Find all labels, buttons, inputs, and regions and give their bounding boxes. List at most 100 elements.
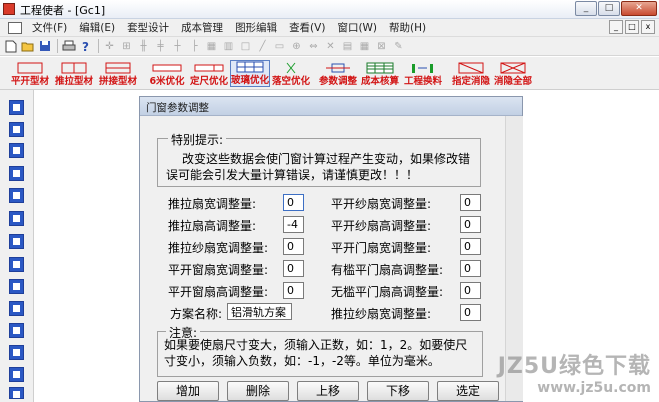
table-icon[interactable]: ▤ bbox=[340, 39, 355, 54]
window-type-icon[interactable] bbox=[9, 301, 24, 316]
notice-group: 特别提示: 改变这些数据会使门窗计算过程产生变动，如果修改错误可能会引发大量计算… bbox=[157, 131, 481, 187]
hollow-optimize-button[interactable]: 落空优化 bbox=[271, 60, 311, 87]
casement-door-width-label: 平开门扇宽调整量: bbox=[331, 241, 432, 255]
window-type-icon[interactable] bbox=[9, 100, 24, 115]
transom-icon[interactable]: ╪ bbox=[153, 39, 168, 54]
casement-sash-height-input[interactable] bbox=[283, 282, 304, 299]
zoom-icon[interactable]: ⊕ bbox=[289, 39, 304, 54]
grid-icon[interactable]: ▦ bbox=[204, 39, 219, 54]
splice-profile-icon bbox=[105, 62, 131, 74]
menu-file[interactable]: 文件(F) bbox=[26, 20, 73, 35]
help-icon[interactable]: ? bbox=[78, 39, 93, 54]
casement-screen-height-input[interactable] bbox=[460, 216, 481, 233]
hide-selected-button[interactable]: 指定消隐 bbox=[450, 60, 492, 87]
rectangle-icon[interactable]: □ bbox=[238, 39, 253, 54]
casement-screen-width-input[interactable] bbox=[460, 194, 481, 211]
svg-text:?: ? bbox=[82, 40, 89, 53]
menu-cost[interactable]: 成本管理 bbox=[175, 20, 229, 35]
menu-window[interactable]: 窗口(W) bbox=[331, 20, 383, 35]
window-title: 工程使者 - [Gc1] bbox=[20, 4, 106, 17]
watermark-title: JZ5U绿色下载 bbox=[497, 354, 651, 379]
delete-button[interactable]: 删除 bbox=[227, 381, 289, 401]
menu-view[interactable]: 查看(V) bbox=[283, 20, 331, 35]
fixed-length-icon bbox=[194, 64, 224, 72]
document-icon[interactable] bbox=[8, 21, 22, 34]
six-meter-optimize-button[interactable]: 6米优化 bbox=[146, 60, 188, 87]
x-box-icon[interactable]: ⊠ bbox=[374, 39, 389, 54]
hollow-x-icon bbox=[286, 62, 296, 74]
window-type-icon[interactable] bbox=[9, 122, 24, 137]
mdi-minimize-button[interactable]: _ bbox=[609, 20, 623, 34]
glass-optimize-button[interactable]: 玻璃优化 bbox=[230, 60, 270, 87]
move-down-button[interactable]: 下移 bbox=[367, 381, 429, 401]
mdi-close-button[interactable]: x bbox=[641, 20, 655, 34]
arrows-icon[interactable]: ⇔ bbox=[306, 39, 321, 54]
line-icon[interactable]: ╱ bbox=[255, 39, 270, 54]
window-type-icon[interactable] bbox=[9, 211, 24, 226]
dimension-icon[interactable]: ├ bbox=[187, 39, 202, 54]
insert-point-icon[interactable]: ✛ bbox=[102, 39, 117, 54]
splice-profile-button[interactable]: 拼接型材 bbox=[97, 60, 139, 87]
save-icon[interactable] bbox=[37, 39, 52, 54]
connect-icon[interactable]: ⊞ bbox=[119, 39, 134, 54]
menu-design[interactable]: 套型设计 bbox=[121, 20, 175, 35]
hide-all-button[interactable]: 消隐全部 bbox=[492, 60, 534, 87]
window-type-icon[interactable] bbox=[9, 345, 24, 360]
toolbar-separator bbox=[57, 39, 58, 53]
fixed-length-optimize-button[interactable]: 定尺优化 bbox=[188, 60, 230, 87]
move-up-button[interactable]: 上移 bbox=[297, 381, 359, 401]
mdi-restore-button[interactable]: □ bbox=[625, 20, 639, 34]
divide-icon[interactable]: ┼ bbox=[170, 39, 185, 54]
menu-edit[interactable]: 编辑(E) bbox=[73, 20, 121, 35]
cost-accounting-button[interactable]: 成本核算 bbox=[360, 60, 400, 87]
window-type-icon[interactable] bbox=[9, 257, 24, 272]
open-folder-icon[interactable] bbox=[20, 39, 35, 54]
casement-sash-width-input[interactable] bbox=[283, 260, 304, 277]
menu-graphics[interactable]: 图形编辑 bbox=[229, 20, 283, 35]
add-button[interactable]: 增加 bbox=[157, 381, 219, 401]
nosill-door-height-input[interactable] bbox=[460, 282, 481, 299]
scheme-name-input[interactable] bbox=[227, 303, 292, 320]
minimize-button[interactable]: _ bbox=[575, 1, 597, 16]
casement-profile-button[interactable]: 平开型材 bbox=[10, 60, 50, 87]
window-type-icon[interactable] bbox=[9, 323, 24, 338]
print-icon[interactable] bbox=[61, 39, 76, 54]
casement-door-width-input[interactable] bbox=[460, 238, 481, 255]
column-icon[interactable]: ▥ bbox=[221, 39, 236, 54]
select-button[interactable]: 选定 bbox=[437, 381, 499, 401]
window-type-icon[interactable] bbox=[9, 279, 24, 294]
window-type-icon[interactable] bbox=[9, 166, 24, 181]
maximize-button[interactable]: □ bbox=[598, 1, 620, 16]
splice-profile-label: 拼接型材 bbox=[98, 76, 137, 87]
sliding-sash-height-input[interactable] bbox=[283, 216, 304, 233]
sill-door-height-label: 有槛平门扇高调整量: bbox=[331, 263, 444, 277]
window-type-icon[interactable] bbox=[9, 367, 24, 382]
material-swap-button[interactable]: 工程换料 bbox=[402, 60, 444, 87]
casement-screen-width-label: 平开纱扇宽调整量: bbox=[331, 197, 432, 211]
cross-icon[interactable]: ✕ bbox=[323, 39, 338, 54]
glass-grid-icon bbox=[236, 61, 264, 73]
window-type-icon[interactable] bbox=[9, 143, 24, 158]
close-button[interactable]: ✕ bbox=[621, 1, 657, 16]
param-adjust-button[interactable]: 参数调整 bbox=[318, 60, 358, 87]
door-window-param-dialog: 门窗参数调整 特别提示: 改变这些数据会使门窗计算过程产生变动，如果修改错误可能… bbox=[139, 96, 523, 402]
app-icon bbox=[3, 3, 15, 15]
grid-2-icon[interactable]: ▦ bbox=[357, 39, 372, 54]
sill-door-height-input[interactable] bbox=[460, 260, 481, 277]
pencil-icon[interactable]: ✎ bbox=[391, 39, 406, 54]
menu-help[interactable]: 帮助(H) bbox=[383, 20, 432, 35]
window-type-icon[interactable] bbox=[9, 387, 24, 399]
sliding-screen-width-2-input[interactable] bbox=[460, 304, 481, 321]
sliding-sash-width-input[interactable] bbox=[283, 194, 304, 211]
window-type-icon[interactable] bbox=[9, 188, 24, 203]
window-type-icon[interactable] bbox=[9, 234, 24, 249]
mullion-icon[interactable]: ╫ bbox=[136, 39, 151, 54]
sliding-sash-width-label: 推拉扇宽调整量: bbox=[168, 197, 257, 211]
material-swap-label: 工程换料 bbox=[403, 76, 442, 87]
sliding-profile-button[interactable]: 推拉型材 bbox=[53, 60, 95, 87]
sliding-screen-width-input[interactable] bbox=[283, 238, 304, 255]
notice-text: 改变这些数据会使门窗计算过程产生变动，如果修改错误可能会引发大量计算错误，请谨慎… bbox=[166, 152, 471, 182]
box-icon[interactable]: ▭ bbox=[272, 39, 287, 54]
dialog-title-bar: 门窗参数调整 bbox=[140, 97, 522, 116]
new-file-icon[interactable] bbox=[3, 39, 18, 54]
